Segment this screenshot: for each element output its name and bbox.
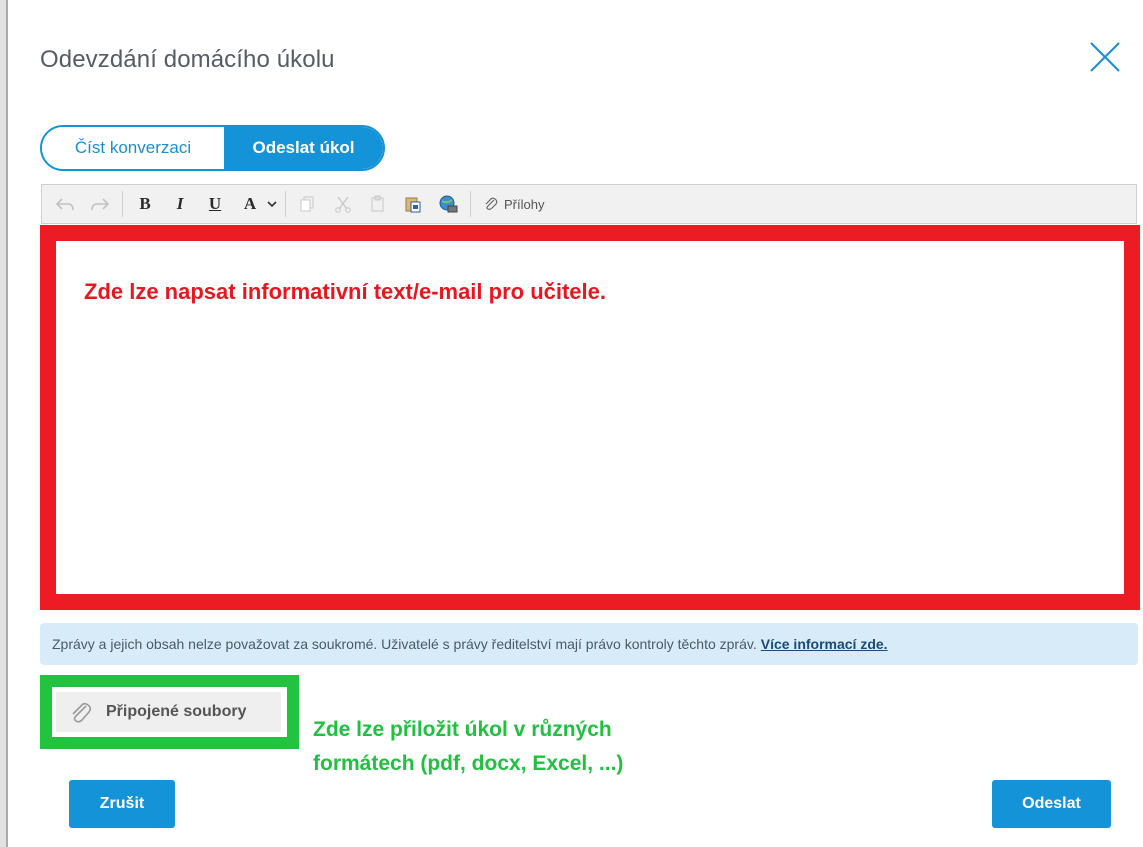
globe-link-icon (439, 195, 458, 213)
copy-button[interactable] (295, 190, 321, 218)
attached-files-label: Připojené soubory (106, 703, 247, 720)
insert-link-button[interactable] (435, 190, 461, 218)
send-button[interactable]: Odeslat (992, 780, 1111, 828)
more-info-link[interactable]: Více informací zde. (761, 636, 888, 652)
paste-icon (371, 195, 384, 212)
font-color-button[interactable]: A (237, 190, 263, 218)
font-color-dropdown[interactable] (265, 190, 279, 218)
dialog-title: Odevzdání domácího úkolu (40, 46, 335, 73)
cancel-button[interactable]: Zrušit (69, 780, 175, 828)
chevron-down-icon (267, 201, 277, 208)
paperclip-icon (72, 702, 92, 723)
tab-group: Číst konverzaci Odeslat úkol (40, 125, 385, 171)
editor-annotation: Zde lze napsat informativní text/e-mail … (84, 279, 607, 304)
redo-button[interactable] (87, 190, 113, 218)
message-editor[interactable]: Zde lze napsat informativní text/e-mail … (40, 225, 1140, 610)
paperclip-icon (485, 197, 498, 210)
paste-button[interactable] (365, 190, 391, 218)
scissors-icon (335, 196, 351, 213)
attachments-annotation-line1: Zde lze přiložit úkol v různých (313, 718, 612, 741)
privacy-info-bar: Zprávy a jejich obsah nelze považovat za… (40, 623, 1138, 665)
window-left-border (0, 0, 8, 847)
tab-send-homework[interactable]: Odeslat úkol (224, 127, 383, 169)
close-icon (1090, 42, 1120, 72)
attachments-annotation: Zde lze přiložit úkol v různých formátec… (313, 713, 623, 781)
italic-button[interactable]: I (167, 190, 193, 218)
cut-button[interactable] (330, 190, 356, 218)
paste-from-word-button[interactable] (400, 190, 426, 218)
toolbar-attachments-label: Přílohy (504, 196, 545, 212)
underline-button[interactable]: U (202, 190, 228, 218)
attached-files-button[interactable]: Připojené soubory (56, 692, 281, 732)
redo-icon (91, 198, 110, 211)
toolbar-separator (470, 191, 471, 217)
undo-icon (55, 198, 74, 211)
editor-toolbar: B I U A Přílohy (41, 184, 1137, 224)
undo-button[interactable] (52, 190, 78, 218)
attachments-annotation-line2: formátech (pdf, docx, Excel, ...) (313, 752, 624, 775)
privacy-info-text: Zprávy a jejich obsah nelze považovat za… (52, 636, 757, 652)
toolbar-separator (122, 191, 123, 217)
toolbar-attachments-button[interactable]: Přílohy (484, 196, 544, 212)
bold-button[interactable]: B (132, 190, 158, 218)
copy-icon (300, 196, 314, 212)
close-button[interactable] (1088, 40, 1122, 74)
paste-word-icon (405, 197, 421, 213)
toolbar-separator (285, 191, 286, 217)
tab-read-conversation[interactable]: Číst konverzaci (42, 127, 224, 169)
attachments-highlight: Připojené soubory (40, 675, 299, 749)
